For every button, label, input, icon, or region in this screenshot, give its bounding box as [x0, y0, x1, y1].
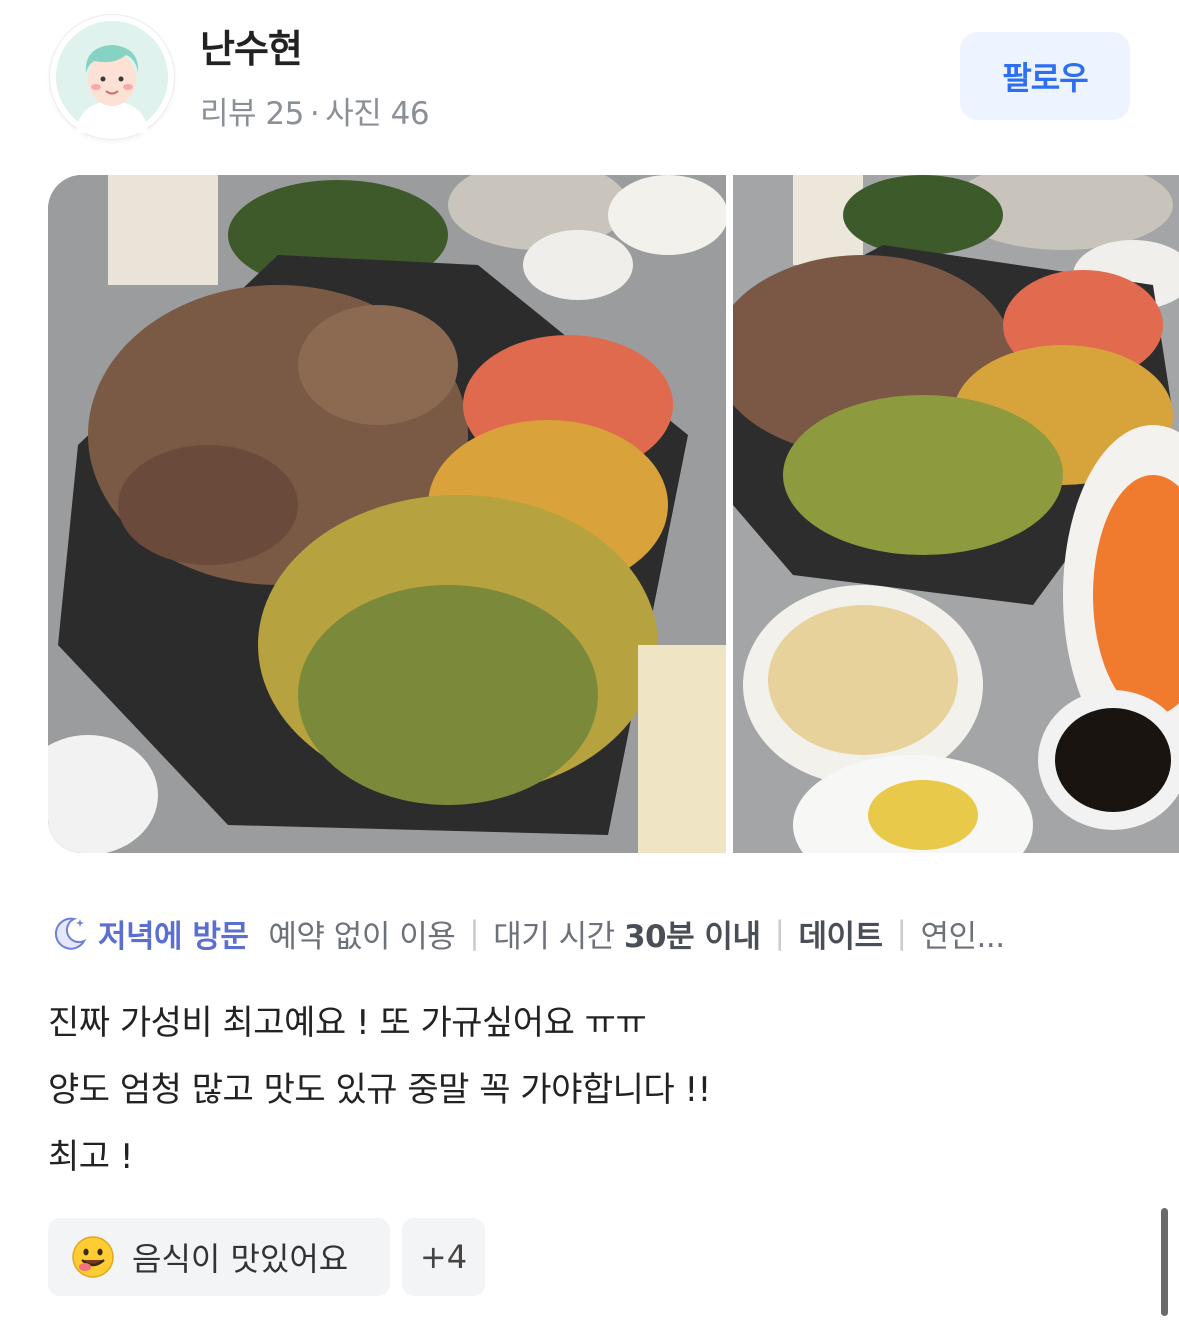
review-line: 최고 !: [48, 1137, 134, 1177]
keyword-chip-tasty[interactable]: 음식이 맛있어요: [48, 1218, 390, 1296]
review-photo-2[interactable]: [733, 175, 1179, 853]
review-photo-1-image: [48, 175, 726, 853]
tag-companion: 연인...: [920, 918, 1005, 955]
keyword-label: 음식이 맛있어요: [132, 1240, 349, 1278]
photo-count: 사진 46: [325, 96, 430, 132]
user-name[interactable]: 난수현: [200, 18, 303, 73]
tag-wait-time: 대기 시간 30분 이내: [493, 918, 761, 955]
review-count: 리뷰 25: [200, 96, 304, 132]
moon-icon: [54, 917, 87, 950]
tag-separator: |: [774, 915, 785, 951]
avatar-icon: [56, 21, 168, 133]
tag-purpose: 데이트: [798, 918, 883, 955]
review-line: 양도 엄청 많고 맛도 있규 중말 꼭 가야합니다 !!: [48, 1070, 711, 1110]
stats-separator: ·: [309, 96, 320, 132]
review-photo-2-image: [733, 175, 1179, 853]
smiley-face-icon: [72, 1236, 114, 1278]
scrollbar[interactable]: [1161, 1208, 1168, 1316]
follow-button[interactable]: 팔로우: [960, 32, 1130, 120]
review-line: 진짜 가성비 최고예요 ! 또 가규싶어요 ㅠㅠ: [48, 1003, 647, 1043]
tag-separator: |: [469, 915, 480, 951]
visit-info-row: 저녁에 방문 예약 없이 이용 | 대기 시간 30분 이내 | 데이트 | 연…: [50, 905, 1150, 961]
review-text[interactable]: 진짜 가성비 최고예요 ! 또 가규싶어요 ㅠㅠ 양도 엄청 많고 맛도 있규 …: [48, 990, 1128, 1191]
tag-separator: |: [896, 915, 907, 951]
review-photo-1[interactable]: [48, 175, 726, 853]
more-keywords-chip[interactable]: +4: [402, 1218, 485, 1296]
avatar[interactable]: [50, 15, 174, 139]
tag-reservation: 예약 없이 이용: [268, 918, 456, 955]
visit-time: 저녁에 방문: [98, 918, 249, 955]
user-stats: 리뷰 25 · 사진 46: [200, 88, 430, 133]
